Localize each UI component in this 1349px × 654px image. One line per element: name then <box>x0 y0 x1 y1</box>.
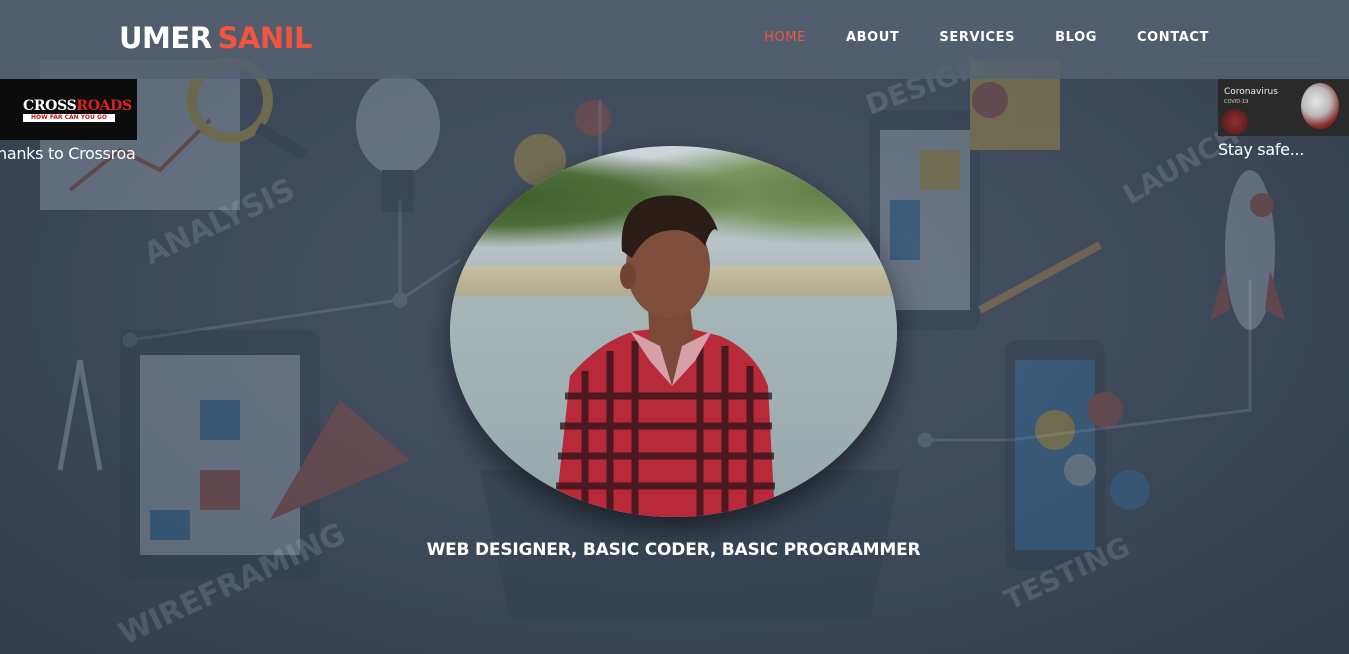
crossroads-thumbnail: CROSSROADS HOW FAR CAN YOU GO <box>0 79 137 140</box>
nav-services[interactable]: SERVICES <box>939 30 1015 46</box>
nav-about[interactable]: ABOUT <box>846 30 899 46</box>
main-nav: HOME ABOUT SERVICES BLOG CONTACT <box>724 30 1209 46</box>
covid-subtitle: COVID-19 <box>1224 99 1249 105</box>
virus-icon <box>1301 83 1339 129</box>
site-logo[interactable]: UMER SANIL <box>119 20 312 56</box>
person-figure <box>555 195 775 517</box>
covid-card[interactable]: Coronavirus COVID-19 Stay safe... <box>1218 79 1349 159</box>
nav-home[interactable]: HOME <box>764 30 806 46</box>
crossroads-caption: hanks to Crossroa <box>0 144 136 163</box>
covid-title: Coronavirus <box>1224 87 1278 97</box>
hero-tagline: WEB DESIGNER, BASIC CODER, BASIC PROGRAM… <box>426 540 921 560</box>
covid-caption: Stay safe... <box>1218 140 1305 159</box>
covid-thumbnail: Coronavirus COVID-19 <box>1218 79 1349 136</box>
crossroads-card[interactable]: CROSSROADS HOW FAR CAN YOU GO hanks to C… <box>0 79 139 163</box>
virus-icon-small <box>1222 109 1248 135</box>
profile-photo <box>450 146 897 517</box>
crossroads-logo-text-a: CROSS <box>23 98 77 114</box>
nav-blog[interactable]: BLOG <box>1055 30 1097 46</box>
crossroads-logo: CROSSROADS HOW FAR CAN YOU GO <box>23 98 132 122</box>
crossroads-tagline: HOW FAR CAN YOU GO <box>23 114 115 122</box>
logo-first-name: UMER <box>119 21 212 55</box>
site-header: UMER SANIL HOME ABOUT SERVICES BLOG CONTA… <box>0 0 1349 79</box>
crossroads-logo-text-b: ROADS <box>76 98 132 114</box>
logo-last-name: SANIL <box>217 21 313 55</box>
nav-contact[interactable]: CONTACT <box>1137 30 1209 46</box>
